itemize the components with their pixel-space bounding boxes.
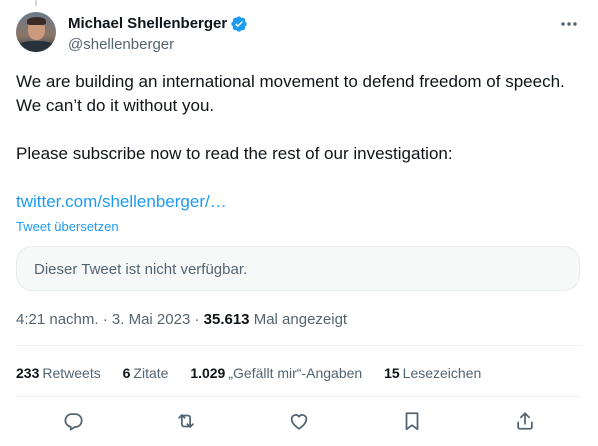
tweet-text-line: Please subscribe now to read the rest of… — [16, 144, 453, 163]
divider — [16, 345, 582, 346]
retweets-stat[interactable]: 233 Retweets — [16, 364, 101, 382]
author-handle[interactable]: @shellenberger — [68, 35, 174, 55]
tweet-text-line: We are building an international movemen… — [16, 72, 565, 91]
avatar[interactable] — [16, 12, 56, 52]
translate-tweet-link[interactable]: Tweet übersetzen — [16, 219, 119, 235]
tweet-link[interactable]: twitter.com/shellenberger/… — [16, 192, 227, 211]
retweet-icon[interactable] — [175, 410, 197, 432]
tweet-text: We are building an international movemen… — [16, 70, 582, 214]
quotes-stat[interactable]: 6 Zitate — [123, 364, 169, 382]
likes-stat[interactable]: 1.029 „Gefällt mir“-Angaben — [190, 364, 362, 382]
quoted-tweet-unavailable: Dieser Tweet ist nicht verfügbar. — [16, 246, 580, 291]
tweet-date[interactable]: 3. Mai 2023 — [112, 311, 190, 328]
author-name-row: Michael Shellenberger — [68, 14, 248, 34]
bookmark-icon[interactable] — [401, 410, 423, 432]
tweet-stats: 233 Retweets 6 Zitate 1.029 „Gefällt mir“-A… — [16, 364, 499, 382]
more-options-icon[interactable] — [558, 14, 580, 34]
share-icon[interactable] — [514, 410, 536, 432]
thread-connector-line — [35, 0, 37, 6]
like-icon[interactable] — [288, 410, 310, 432]
tweet-text-line: We can’t do it without you. — [16, 96, 215, 115]
tweet-actions — [16, 398, 582, 444]
view-count-label: Mal angezeigt — [249, 311, 348, 328]
verified-badge-icon[interactable] — [230, 15, 248, 33]
tweet-header: Michael Shellenberger @shellenberger — [16, 12, 582, 56]
divider — [16, 396, 582, 397]
view-count: 35.613 — [203, 311, 250, 328]
author-display-name[interactable]: Michael Shellenberger — [68, 14, 227, 34]
tweet-meta: 4:21 nachm. · 3. Mai 2023 · 35.613 Mal a… — [16, 311, 348, 328]
tweet-time[interactable]: 4:21 nachm. — [16, 311, 99, 328]
quoted-tweet-message: Dieser Tweet ist nicht verfügbar. — [34, 261, 248, 278]
bookmarks-stat[interactable]: 15 Lesezeichen — [384, 364, 481, 382]
reply-icon[interactable] — [62, 410, 84, 432]
